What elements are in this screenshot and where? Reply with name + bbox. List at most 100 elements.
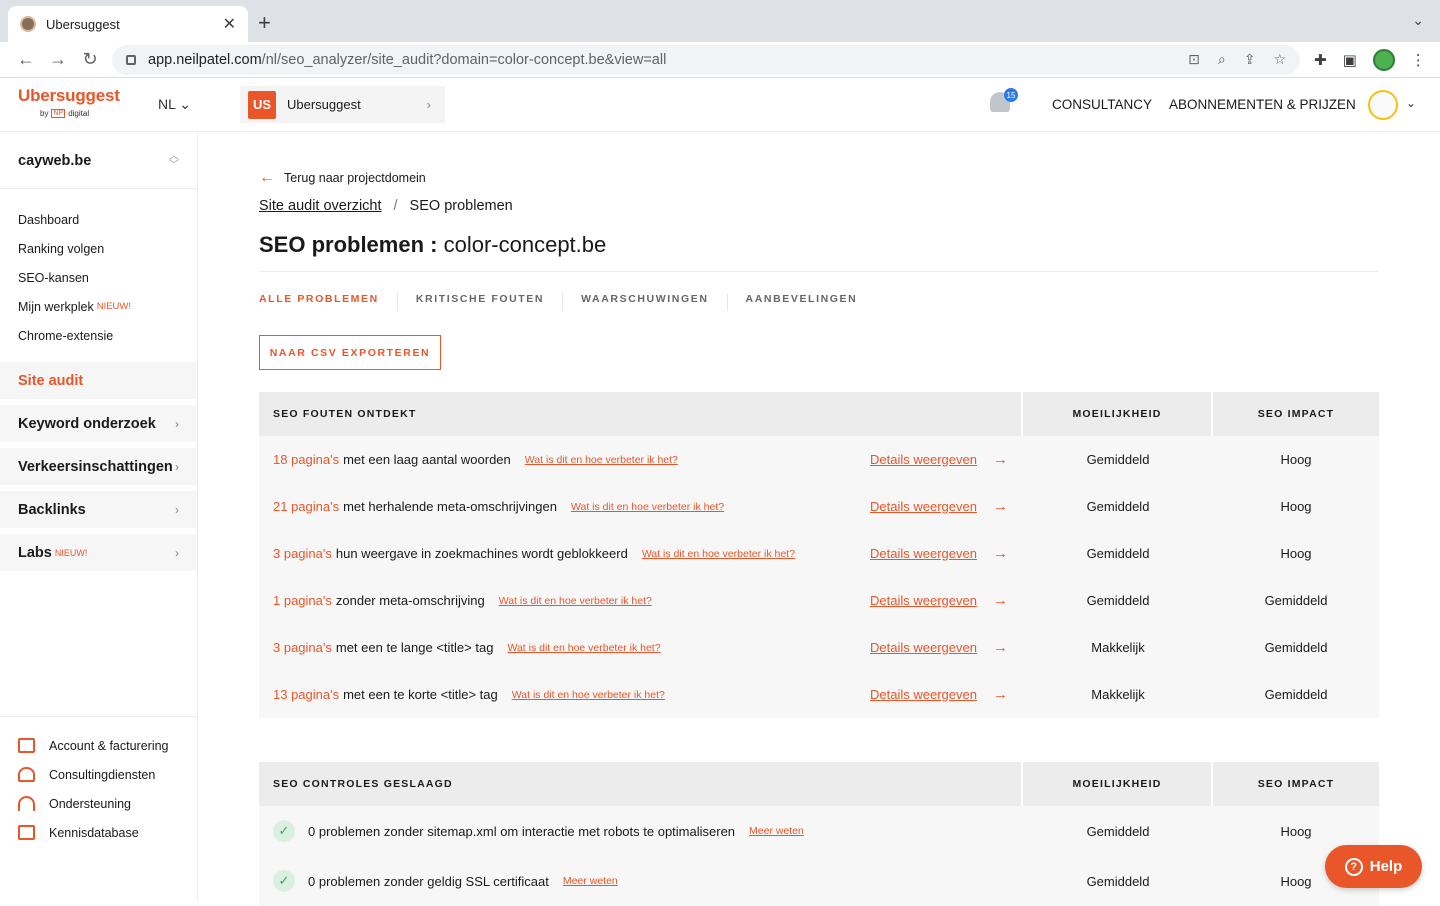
sidebar-item-account[interactable]: Account & facturering	[0, 731, 197, 760]
browser-toolbar: ← → ↻ app.neilpatel.com/nl/seo_analyzer/…	[0, 42, 1440, 78]
tab-kritische-fouten[interactable]: KRITISCHE FOUTEN	[416, 293, 564, 311]
arrow-right-icon[interactable]: →	[993, 451, 1008, 468]
bookmark-star-icon[interactable]: ☆	[1273, 51, 1286, 68]
details-link[interactable]: Details weergeven	[870, 640, 977, 655]
ubersuggest-logo[interactable]: Ubersuggest by NP digital	[18, 86, 120, 118]
help-button[interactable]: ? Help	[1325, 845, 1422, 888]
sidebar-item-label: Labs	[18, 544, 52, 561]
sidebar-item-knowledge[interactable]: Kennisdatabase	[0, 818, 197, 847]
page-count-link[interactable]: 18 pagina's	[273, 452, 339, 467]
user-avatar[interactable]	[1368, 90, 1398, 120]
sidebar-item-support[interactable]: Ondersteuning	[0, 789, 197, 818]
sidebar-item-chrome-extensie[interactable]: Chrome-extensie	[0, 321, 197, 350]
sidebar-item-werkplek[interactable]: Mijn werkplek NIEUW!	[0, 292, 197, 321]
back-link[interactable]: ← Terug naar projectdomein	[259, 169, 1379, 187]
arrow-left-icon: ←	[259, 169, 275, 186]
sidebar-item-label: Ondersteuning	[49, 796, 132, 811]
language-label: NL	[158, 96, 176, 112]
close-tab-icon[interactable]: ✕	[223, 14, 236, 34]
forward-arrow-icon[interactable]: →	[42, 49, 74, 70]
details-link[interactable]: Details weergeven	[870, 499, 977, 514]
sidebar-item-label: Consultingdiensten	[49, 767, 156, 782]
domain-selector[interactable]: cayweb.be ︿ ﹀	[0, 133, 197, 189]
sidebar-item-seo-kansen[interactable]: SEO-kansen	[0, 263, 197, 292]
zoom-icon[interactable]: ⌕	[1218, 51, 1226, 68]
column-header-passed: SEO CONTROLES GESLAAGD	[259, 762, 1023, 806]
impact-cell: Gemiddeld	[1264, 640, 1328, 655]
share-icon[interactable]: ⇪	[1244, 51, 1256, 68]
impact-cell: Gemiddeld	[1264, 593, 1328, 608]
extensions-puzzle-icon[interactable]: ✚	[1314, 51, 1327, 69]
credit-card-icon	[18, 738, 35, 753]
issue-text: met een te lange <title> tag	[335, 640, 494, 655]
browser-profile-avatar[interactable]	[1372, 48, 1395, 71]
np-mark: NP	[51, 109, 66, 118]
tab-waarschuwingen[interactable]: WAARSCHUWINGEN	[581, 293, 728, 311]
arrow-right-icon[interactable]: →	[993, 545, 1008, 562]
help-link[interactable]: Wat is dit en hoe verbeter ik het?	[642, 548, 795, 560]
table-row: 21 pagina's met herhalende meta-omschrijv…	[259, 483, 1379, 530]
sidebar-item-dashboard[interactable]: Dashboard	[0, 205, 197, 234]
learn-more-link[interactable]: Meer weten	[563, 875, 618, 887]
tab-alle-problemen[interactable]: ALLE PROBLEMEN	[259, 293, 398, 311]
page-count-link[interactable]: 1 pagina's	[273, 593, 332, 608]
chevron-right-icon: ›	[175, 545, 179, 560]
arrow-right-icon[interactable]: →	[993, 498, 1008, 515]
help-link[interactable]: Wat is dit en hoe verbeter ik het?	[525, 454, 678, 466]
back-arrow-icon[interactable]: ←	[10, 49, 42, 70]
page-count-link[interactable]: 21 pagina's	[273, 499, 339, 514]
sidebar-item-keyword[interactable]: Keyword onderzoek ›	[0, 405, 197, 442]
language-selector[interactable]: NL ⌄	[158, 96, 191, 113]
page-count-link[interactable]: 13 pagina's	[273, 687, 339, 702]
nav-pricing[interactable]: ABONNEMENTEN & PRIJZEN	[1169, 97, 1356, 112]
learn-more-link[interactable]: Meer weten	[749, 825, 804, 837]
help-link[interactable]: Wat is dit en hoe verbeter ik het?	[571, 501, 724, 513]
issue-text: met een laag aantal woorden	[343, 452, 511, 467]
account-chevron-icon[interactable]: ⌄	[1406, 96, 1416, 110]
translate-icon[interactable]: ⊡	[1188, 51, 1200, 68]
details-link[interactable]: Details weergeven	[870, 687, 977, 702]
arrow-right-icon[interactable]: →	[993, 639, 1008, 656]
headset-icon	[18, 796, 35, 811]
tab-aanbevelingen[interactable]: AANBEVELINGEN	[746, 293, 876, 311]
page-count-link[interactable]: 3 pagina's	[273, 640, 332, 655]
project-selector[interactable]: US Ubersuggest ›	[240, 86, 445, 123]
sidebar-item-verkeer[interactable]: Verkeersinschattingen ›	[0, 448, 197, 485]
check-text: 0 problemen zonder geldig SSL certificaa…	[308, 873, 549, 889]
page-count-link[interactable]: 3 pagina's	[273, 546, 332, 561]
url-path: /nl/seo_analyzer/site_audit?domain=color…	[261, 51, 667, 68]
details-link[interactable]: Details weergeven	[870, 546, 977, 561]
table-row: 3 pagina's met een te lange <title> tag Wa…	[259, 624, 1379, 671]
details-link[interactable]: Details weergeven	[870, 593, 977, 608]
sidebar-item-label: Mijn werkplek	[18, 299, 94, 314]
sidebar-item-ranking[interactable]: Ranking volgen	[0, 234, 197, 263]
sidebar-item-label: Verkeersinschattingen	[18, 458, 173, 475]
issue-cell: 3 pagina's met een te lange <title> tag Wa…	[259, 639, 1023, 656]
export-csv-button[interactable]: NAAR CSV EXPORTEREN	[259, 335, 441, 370]
sidebar-item-labs[interactable]: Labs NIEUW! ›	[0, 534, 197, 571]
nav-consultancy[interactable]: CONSULTANCY	[1052, 97, 1152, 112]
breadcrumb-site-audit[interactable]: Site audit overzicht	[259, 198, 382, 214]
notification-count: 15	[1004, 88, 1018, 102]
new-tab-icon[interactable]: +	[258, 10, 271, 36]
favicon-icon	[20, 16, 36, 32]
browser-tab[interactable]: Ubersuggest ✕	[8, 6, 248, 42]
sidebar-item-label: SEO-kansen	[18, 270, 89, 285]
reload-icon[interactable]: ↻	[74, 49, 106, 70]
sidebar-item-consulting[interactable]: Consultingdiensten	[0, 760, 197, 789]
sidebar-item-backlinks[interactable]: Backlinks ›	[0, 491, 197, 528]
table-row: 18 pagina's met een laag aantal woorden Wa…	[259, 436, 1379, 483]
browser-menu-icon[interactable]: ⋮	[1411, 51, 1426, 69]
help-link[interactable]: Wat is dit en hoe verbeter ik het?	[499, 595, 652, 607]
sidebar-item-site-audit[interactable]: Site audit	[0, 362, 197, 399]
arrow-right-icon[interactable]: →	[993, 686, 1008, 703]
details-link[interactable]: Details weergeven	[870, 452, 977, 467]
side-panel-icon[interactable]: ▣	[1343, 51, 1357, 69]
sidebar-item-label: Ranking volgen	[18, 241, 105, 256]
help-link[interactable]: Wat is dit en hoe verbeter ik het?	[512, 689, 665, 701]
notifications-bell[interactable]: 15	[990, 88, 1018, 116]
address-bar[interactable]: app.neilpatel.com/nl/seo_analyzer/site_a…	[112, 44, 1300, 75]
arrow-right-icon[interactable]: →	[993, 592, 1008, 609]
tab-search-chevron-icon[interactable]: ⌄	[1412, 12, 1424, 29]
help-link[interactable]: Wat is dit en hoe verbeter ik het?	[507, 642, 660, 654]
